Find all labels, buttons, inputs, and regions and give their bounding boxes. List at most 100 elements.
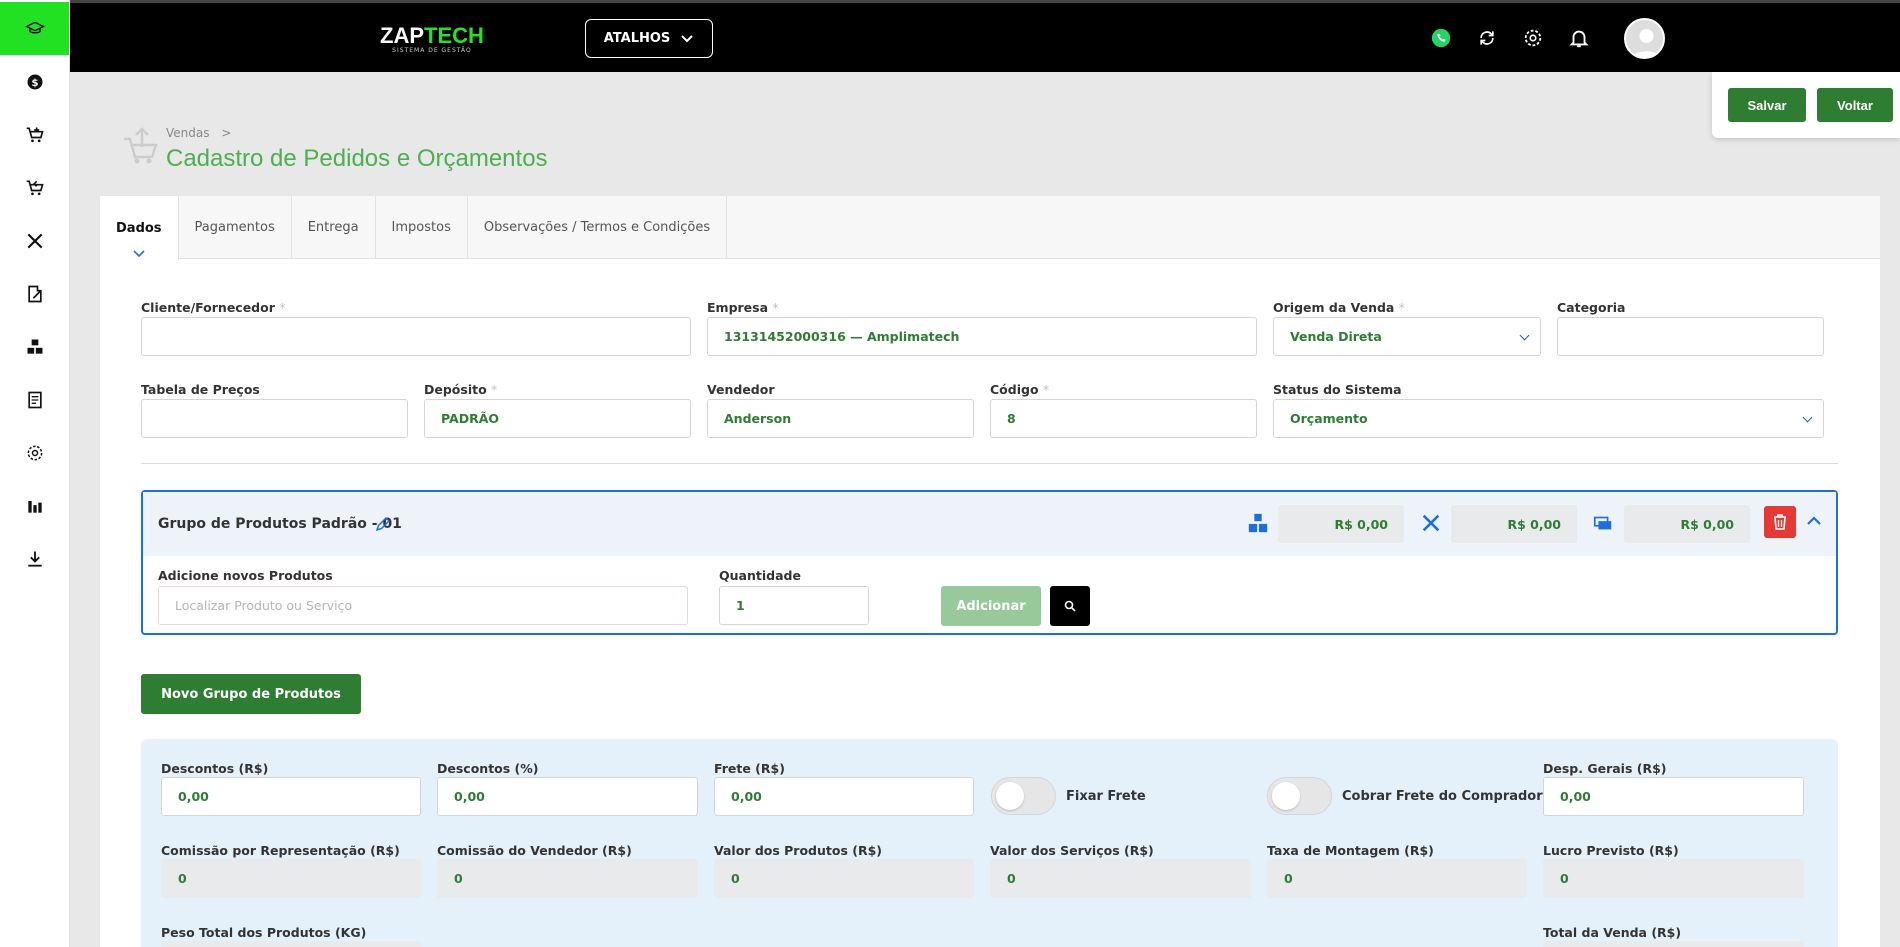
status-label: Status do Sistema: [1273, 382, 1402, 397]
bell-icon[interactable]: [1566, 25, 1592, 51]
sidebar-item-downloads[interactable]: [0, 532, 69, 585]
totals-panel: Descontos (R$) 0,00 Descontos (%) 0,00 F…: [141, 739, 1838, 947]
valor-produtos-field: 0: [714, 859, 974, 898]
tabela-input[interactable]: [141, 399, 408, 438]
frete-input[interactable]: 0,00: [714, 777, 974, 816]
lucro-previsto-field: 0: [1543, 859, 1804, 898]
fixar-frete-toggle[interactable]: [991, 777, 1056, 815]
add-product-label: Adicione novos Produtos: [158, 568, 333, 583]
descontos-pct-label: Descontos (%): [437, 761, 539, 776]
tab-label: Entrega: [307, 219, 359, 235]
download-icon: [27, 551, 42, 567]
product-group-header: Grupo de Produtos Padrão - 01 R$ 0,00 R$…: [143, 492, 1836, 556]
page-title: Cadastro de Pedidos e Orçamentos: [166, 145, 548, 172]
sidebar-item-invoices[interactable]: [0, 373, 69, 426]
divider: [141, 463, 1838, 464]
delete-group-button[interactable]: [1764, 506, 1796, 538]
tab-label: Impostos: [391, 219, 451, 235]
sidebar-item-purchases[interactable]: [0, 108, 69, 161]
cobrar-frete-label: Cobrar Frete do Comprador: [1342, 789, 1543, 804]
deposito-input[interactable]: PADRÃO: [424, 399, 691, 438]
user-avatar[interactable]: [1624, 18, 1665, 59]
logo-subtitle: SISTEMA DE GESTÃO: [392, 47, 472, 54]
cliente-input[interactable]: [141, 317, 691, 356]
empresa-label: Empresa *: [707, 300, 779, 315]
comissao-rep-field: 0: [161, 859, 421, 898]
breadcrumb: Vendas >: [166, 126, 231, 140]
boxes-icon: [1248, 513, 1268, 533]
codigo-label: Código *: [990, 382, 1050, 397]
back-button[interactable]: Voltar: [1817, 88, 1893, 122]
tab-label: Observações / Termos e Condições: [483, 219, 711, 235]
cart-add-icon: [26, 127, 44, 142]
taxa-montagem-label: Taxa de Montagem (R$): [1267, 843, 1434, 858]
sales-cart-icon: [122, 125, 160, 169]
shortcuts-dropdown[interactable]: ATALHOS: [585, 19, 713, 58]
taxa-montagem-field: 0: [1267, 859, 1527, 898]
breadcrumb-parent[interactable]: Vendas: [166, 126, 210, 140]
pencil-icon[interactable]: [374, 515, 392, 533]
cliente-label: Cliente/Fornecedor *: [141, 300, 286, 315]
vendedor-input[interactable]: Anderson: [707, 399, 974, 438]
codigo-input[interactable]: 8: [990, 399, 1257, 438]
sidebar-item-settings[interactable]: [0, 426, 69, 479]
comissao-vend-field: 0: [437, 859, 698, 898]
status-select[interactable]: Orçamento: [1273, 399, 1824, 438]
save-button[interactable]: Salvar: [1728, 88, 1806, 122]
descontos-rs-input[interactable]: 0,00: [161, 777, 421, 816]
sidebar-item-services[interactable]: [0, 214, 69, 267]
tab-label: Dados: [116, 220, 162, 236]
peso-total-field: [161, 941, 421, 947]
sidebar-item-sales[interactable]: [0, 161, 69, 214]
lucro-previsto-label: Lucro Previsto (R$): [1543, 843, 1679, 858]
invoice-icon: [27, 391, 42, 408]
frete-label: Frete (R$): [714, 761, 785, 776]
logo-text: ZAP: [380, 23, 424, 48]
descontos-pct-input[interactable]: 0,00: [437, 777, 698, 816]
tab-pagamentos[interactable]: Pagamentos: [179, 196, 292, 258]
descontos-rs-label: Descontos (R$): [161, 761, 269, 776]
origem-label: Origem da Venda *: [1273, 300, 1405, 315]
chevron-down-icon: [681, 34, 693, 42]
peso-total-label: Peso Total dos Produtos (KG): [161, 925, 367, 940]
product-group: Grupo de Produtos Padrão - 01 R$ 0,00 R$…: [141, 490, 1838, 635]
svg-text:$: $: [31, 77, 38, 88]
sidebar-item-reports[interactable]: [0, 479, 69, 532]
money-bills-icon: [1593, 516, 1612, 530]
chevron-down-icon: [133, 250, 145, 258]
deposito-label: Depósito *: [424, 382, 498, 397]
categoria-label: Categoria: [1557, 300, 1626, 315]
sidebar-item-inventory[interactable]: [0, 320, 69, 373]
tabela-label: Tabela de Preços: [141, 382, 260, 397]
sidebar-item-notes[interactable]: [0, 267, 69, 320]
sidebar-item-finance[interactable]: $: [0, 55, 69, 108]
product-search-input[interactable]: Localizar Produto ou Serviço: [158, 586, 688, 625]
refresh-icon[interactable]: [1474, 25, 1500, 51]
chevron-up-icon[interactable]: [1806, 514, 1822, 526]
new-product-group-button[interactable]: Novo Grupo de Produtos: [141, 674, 361, 714]
valor-servicos-label: Valor dos Serviços (R$): [990, 843, 1154, 858]
tab-entrega[interactable]: Entrega: [292, 196, 376, 258]
fixar-frete-label: Fixar Frete: [1066, 789, 1146, 804]
logo-accent-text: TECH: [424, 23, 484, 48]
empresa-input[interactable]: 13131452000316 — Amplimatech: [707, 317, 1257, 356]
cobrar-frete-toggle[interactable]: [1267, 777, 1332, 815]
user-icon: [1632, 29, 1661, 57]
tab-observacoes[interactable]: Observações / Termos e Condições: [468, 196, 728, 258]
settings-gear-icon[interactable]: [1520, 25, 1546, 51]
trash-icon: [1774, 514, 1786, 530]
sidebar-item-education[interactable]: [0, 2, 69, 55]
boxes-icon: [27, 339, 42, 354]
whatsapp-icon[interactable]: [1428, 25, 1454, 51]
tab-dados[interactable]: Dados: [100, 196, 179, 260]
add-product-button[interactable]: Adicionar: [941, 586, 1041, 626]
brand-logo[interactable]: ZAPTECH SISTEMA DE GESTÃO: [380, 23, 484, 54]
categoria-input[interactable]: [1557, 317, 1824, 356]
desp-gerais-input[interactable]: 0,00: [1543, 777, 1804, 816]
quantity-label: Quantidade: [719, 568, 801, 583]
tab-label: Pagamentos: [194, 219, 275, 235]
quantity-input[interactable]: 1: [719, 586, 869, 625]
tab-impostos[interactable]: Impostos: [376, 196, 468, 258]
search-product-button[interactable]: [1050, 586, 1090, 626]
origem-select[interactable]: Venda Direta: [1273, 317, 1541, 356]
